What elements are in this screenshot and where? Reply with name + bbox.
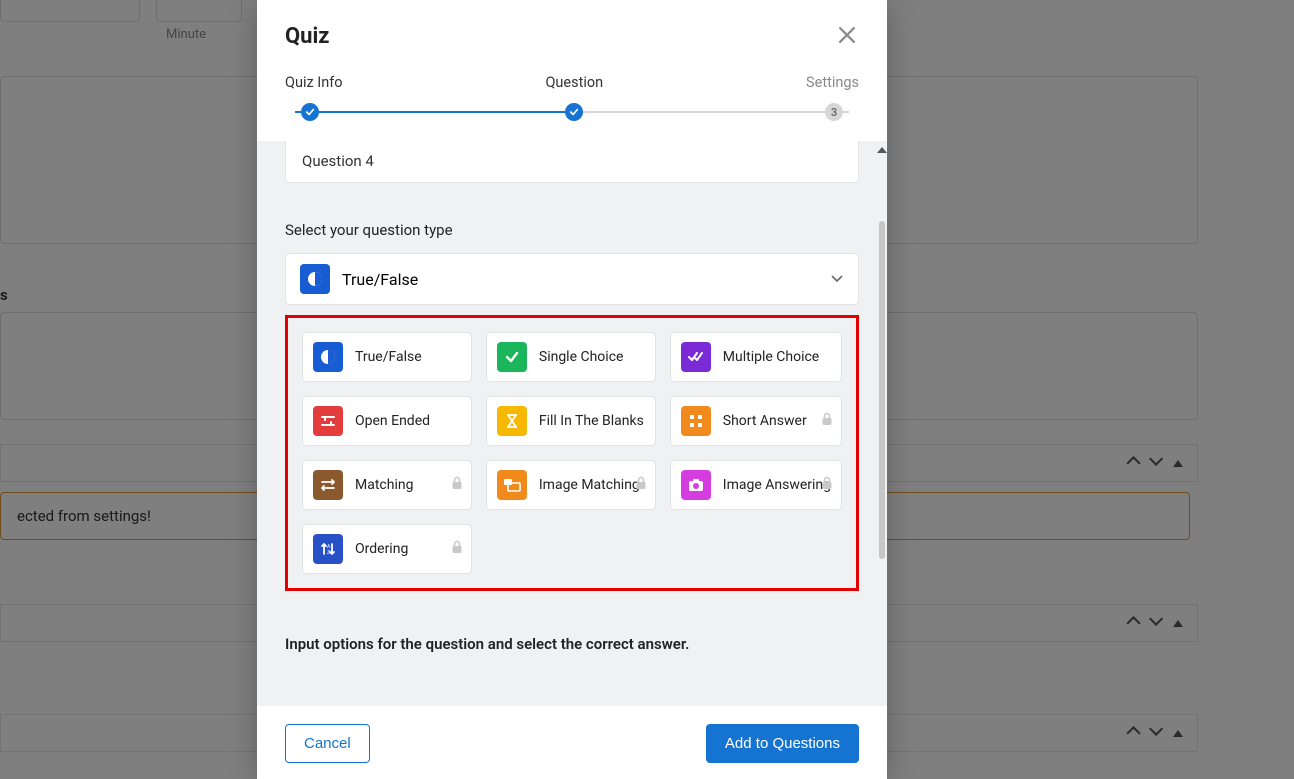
question-type-grid: True/False Single Choice Multiple Choice: [302, 332, 842, 574]
type-label: Open Ended: [355, 413, 461, 429]
select-type-label: Select your question type: [285, 221, 859, 239]
modal-title: Quiz: [285, 24, 330, 49]
type-fill-blanks[interactable]: Fill In The Blanks: [486, 396, 656, 446]
step-label-question: Question: [545, 74, 603, 91]
lock-icon: [821, 412, 833, 430]
close-button[interactable]: [835, 22, 859, 50]
type-ordering[interactable]: AZ Ordering: [302, 524, 472, 574]
type-label: Single Choice: [539, 349, 645, 365]
short-answer-icon: [681, 406, 711, 436]
lock-icon: [821, 476, 833, 494]
lock-icon: [451, 476, 463, 494]
step-label-quiz-info: Quiz Info: [285, 74, 343, 91]
type-multiple-choice[interactable]: Multiple Choice: [670, 332, 842, 382]
chevron-down-icon: [830, 270, 844, 289]
double-check-icon: [681, 342, 711, 372]
ordering-icon: AZ: [313, 534, 343, 564]
scroll-up-arrow: [877, 147, 887, 153]
add-to-questions-button[interactable]: Add to Questions: [706, 724, 859, 763]
type-matching[interactable]: Matching: [302, 460, 472, 510]
type-label: Image Matching: [539, 477, 645, 493]
type-label: Matching: [355, 477, 461, 493]
image-matching-icon: [497, 470, 527, 500]
modal-footer: Cancel Add to Questions: [257, 706, 887, 779]
modal-header: Quiz: [257, 0, 887, 56]
stepper: Quiz Info Question Settings 3: [257, 56, 887, 141]
question-number-field[interactable]: Question 4: [285, 141, 859, 183]
open-ended-icon: [313, 406, 343, 436]
check-icon: [497, 342, 527, 372]
type-label: Image Answering: [723, 477, 831, 493]
svg-text:Z: Z: [327, 550, 330, 556]
lock-icon: [635, 476, 647, 494]
type-label: Ordering: [355, 541, 461, 557]
step-label-settings: Settings: [806, 74, 859, 91]
true-false-icon: [313, 342, 343, 372]
camera-icon: [681, 470, 711, 500]
type-label: Fill In The Blanks: [539, 413, 645, 429]
step-dot-quiz-info[interactable]: [301, 103, 319, 121]
options-hint: Input options for the question and selec…: [285, 635, 859, 653]
type-single-choice[interactable]: Single Choice: [486, 332, 656, 382]
matching-icon: [313, 470, 343, 500]
type-image-answering[interactable]: Image Answering: [670, 460, 842, 510]
question-type-select[interactable]: True/False: [285, 253, 859, 305]
type-open-ended[interactable]: Open Ended: [302, 396, 472, 446]
type-label: True/False: [355, 349, 461, 365]
type-true-false[interactable]: True/False: [302, 332, 472, 382]
type-short-answer[interactable]: Short Answer: [670, 396, 842, 446]
modal-body: Question 4 Select your question type Tru…: [257, 141, 887, 706]
step-dot-question[interactable]: [565, 103, 583, 121]
cancel-button[interactable]: Cancel: [285, 724, 370, 763]
types-highlight-frame: True/False Single Choice Multiple Choice: [285, 315, 859, 591]
quiz-modal: Quiz Quiz Info Question Settings 3 Quest…: [257, 0, 887, 779]
step-dot-settings[interactable]: 3: [825, 103, 843, 121]
selected-type-label: True/False: [342, 270, 418, 289]
hourglass-icon: [497, 406, 527, 436]
lock-icon: [451, 540, 463, 558]
type-label: Multiple Choice: [723, 349, 831, 365]
type-label: Short Answer: [723, 413, 831, 429]
type-image-matching[interactable]: Image Matching: [486, 460, 656, 510]
scrollbar-thumb[interactable]: [879, 221, 885, 559]
true-false-icon: [300, 264, 330, 294]
